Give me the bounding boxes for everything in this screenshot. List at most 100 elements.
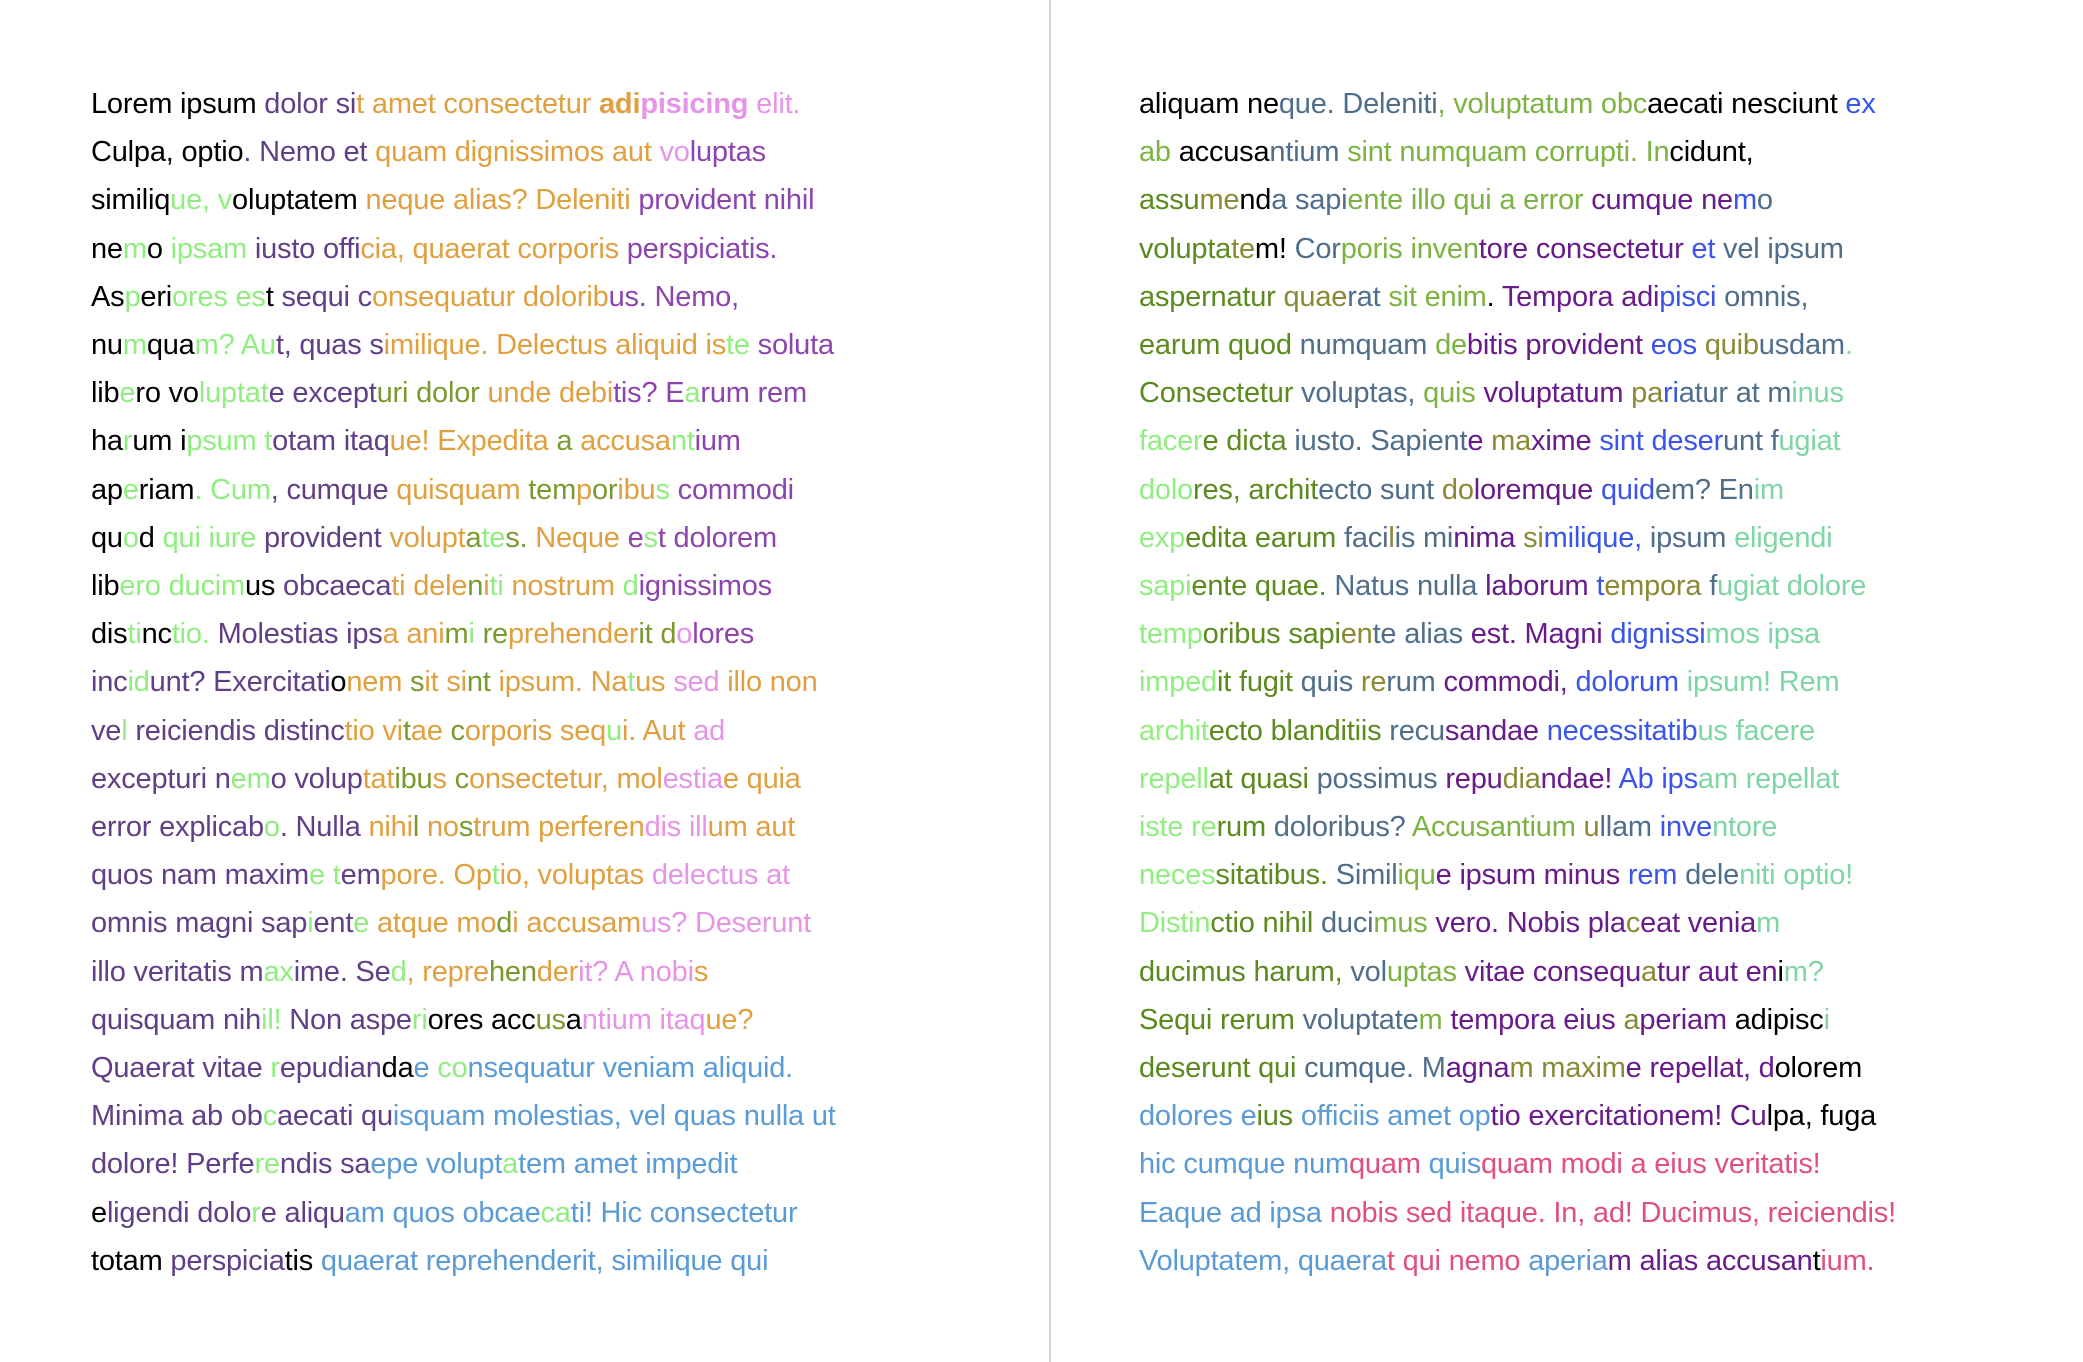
text-run: ignissimos: [638, 570, 773, 603]
text-run: ex: [1845, 88, 1876, 120]
text-run: u: [606, 714, 623, 747]
text-run: m?: [1783, 955, 1824, 988]
text-run: dis ill: [644, 811, 708, 844]
text-run: quisquam nih: [91, 1003, 262, 1036]
text-run: epe volupt: [370, 1148, 503, 1181]
text-run: us? Deserunt: [640, 907, 812, 940]
text-run: t dolorem: [657, 521, 777, 554]
text-run: ca: [540, 1196, 571, 1229]
text-run: atque mo: [369, 907, 497, 940]
text-run: , cumque: [270, 473, 397, 506]
text-run: tem amet impedit: [518, 1148, 738, 1181]
text-run: mos ipsa: [1705, 618, 1821, 651]
text-run: o: [122, 521, 139, 554]
text-run: nt: [466, 666, 491, 699]
text-run: vo: [659, 136, 690, 169]
text-run: t: [491, 859, 500, 892]
text-line: earum quod numquam debitis provident eos…: [1139, 321, 1896, 369]
text-run: omnis,: [1716, 280, 1809, 313]
text-run: agna: [1445, 1052, 1510, 1085]
text-run: commodi,: [1443, 666, 1576, 699]
text-run: eat venia: [1640, 907, 1757, 940]
text-run: em? En: [1654, 473, 1754, 506]
text-run: volupt: [389, 521, 466, 554]
text-run: exp: [1139, 521, 1186, 554]
text-run: ax: [263, 955, 294, 988]
text-run: d: [390, 955, 407, 988]
text-run: quis: [1300, 666, 1361, 699]
text-run: tur aut en: [1656, 955, 1778, 988]
text-line: dolores, architecto sunt doloremque quid…: [1139, 466, 1896, 514]
text-run: olorem: [1774, 1052, 1863, 1085]
text-run: dele: [1685, 859, 1740, 892]
text-run: sed: [673, 666, 728, 699]
text-run: Quaerat vitae: [91, 1052, 271, 1085]
text-run: d: [496, 907, 513, 940]
text-run: e except: [268, 377, 377, 410]
text-run: em: [230, 762, 271, 795]
text-run: eri: [140, 280, 173, 313]
text-run: e quia: [722, 762, 801, 795]
text-run: delectus at: [651, 859, 790, 892]
text-run: neces: [1139, 859, 1216, 892]
text-run: dolores e: [1139, 1100, 1257, 1133]
text-run: totam: [91, 1244, 171, 1277]
text-run: otam itaq: [272, 425, 390, 458]
text-run: ue, v: [170, 184, 233, 217]
text-run: Accusantium: [1411, 811, 1584, 844]
text-run: illo veritatis m: [91, 955, 264, 988]
text-run: ue! Expedita: [389, 425, 549, 458]
text-run: co: [437, 1052, 468, 1085]
text-line: nemo ipsam iusto officia, quaerat corpor…: [91, 225, 836, 273]
text-run: ndae!: [1540, 762, 1619, 795]
text-run: it si: [424, 666, 467, 699]
text-run: m: [122, 232, 147, 265]
text-run: repell: [1139, 762, 1209, 795]
text-run: s.: [505, 521, 536, 554]
text-line: quisquam nihil! Non asperiores accusanti…: [91, 996, 836, 1044]
text-run: ha: [91, 425, 123, 458]
text-run: unde debi: [479, 377, 614, 410]
text-run: o: [1756, 184, 1773, 217]
text-run: us: [635, 666, 674, 699]
text-run: vero. Nobis pla: [1435, 907, 1626, 940]
text-run: m: [1756, 907, 1781, 940]
text-run: Lorem ipsum: [91, 88, 265, 120]
text-run: nd: [1239, 184, 1272, 217]
text-run: excepturi n: [91, 762, 231, 795]
text-line: Culpa, optio. Nemo et quam dignissimos a…: [91, 128, 836, 176]
text-run: o volup: [270, 762, 363, 795]
text-run: am repellat: [1697, 762, 1840, 795]
text-run: ibu: [394, 762, 433, 795]
text-run: t amet consectetur: [356, 88, 599, 120]
text-run: a sapi: [1271, 184, 1348, 217]
text-run: c: [1625, 907, 1641, 940]
text-run: n: [467, 570, 484, 603]
text-run: ducimus harum,: [1139, 955, 1351, 988]
text-run: i. Aut: [622, 714, 694, 747]
text-line: quod qui iure provident voluptates. Nequ…: [91, 514, 836, 562]
text-run: s: [410, 666, 425, 699]
text-run: ntore: [1712, 811, 1778, 844]
text-line: Consectetur voluptas, quis voluptatum pa…: [1139, 369, 1896, 417]
text-run: f: [1709, 570, 1718, 603]
text-run: sandae: [1444, 714, 1547, 747]
text-run: provident nihil: [638, 184, 815, 217]
text-run: inc: [91, 666, 128, 699]
text-run: r: [270, 1052, 280, 1085]
text-run: ugiat: [1778, 425, 1841, 458]
text-run: perspiciatis.: [626, 232, 778, 265]
text-run: quos nam maxim: [91, 859, 309, 892]
text-run: re: [1360, 666, 1387, 699]
text-run: da: [381, 1052, 414, 1085]
text-run: quaerat reprehenderit, similique qui: [320, 1244, 769, 1277]
text-run: quam: [1348, 1148, 1429, 1181]
text-run: am quos obcae: [344, 1196, 541, 1229]
text-run: quisquam: [396, 473, 529, 506]
text-line: Voluptatem, quaerat qui nemo aperiam ali…: [1139, 1237, 1896, 1285]
text-run: voluptatum: [1483, 377, 1632, 410]
text-run: e: [1467, 425, 1492, 458]
text-run: poris inven: [1340, 232, 1479, 265]
text-line: deserunt qui cumque. Magnam maxime repel…: [1139, 1044, 1896, 1092]
text-run: a ani: [382, 618, 445, 651]
